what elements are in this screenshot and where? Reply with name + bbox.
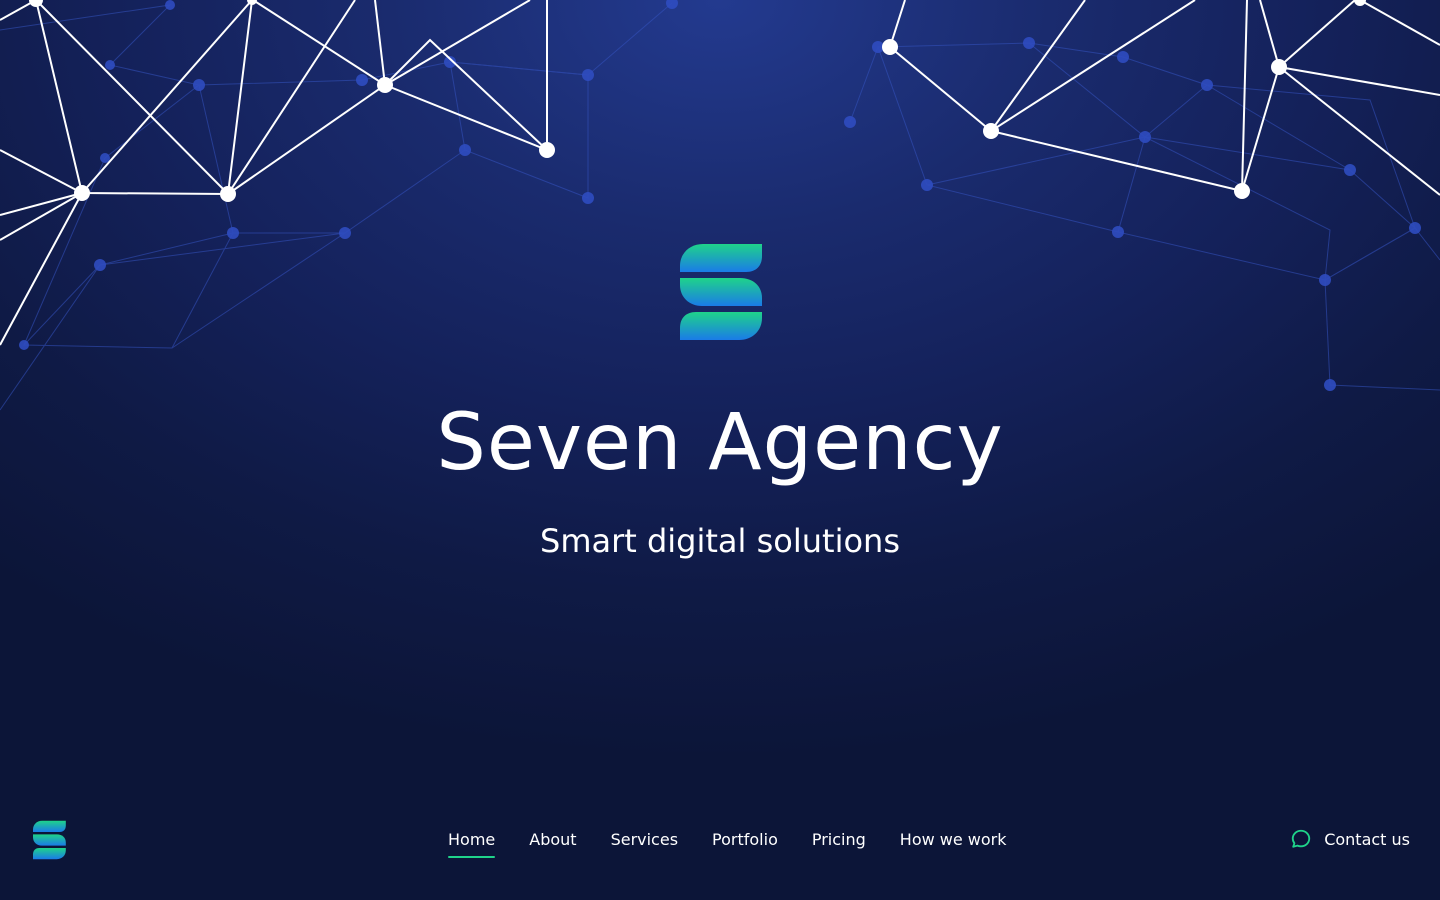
bottom-navbar: Home About Services Portfolio Pricing Ho… (0, 810, 1440, 870)
nav-item-home[interactable]: Home (448, 828, 496, 858)
chat-bubble-icon (1292, 829, 1311, 848)
seven-agency-s-logo-icon (680, 244, 762, 340)
seven-agency-logo-icon[interactable] (32, 820, 66, 860)
contact-us-label: Contact us (1324, 829, 1410, 849)
nav-item-portfolio[interactable]: Portfolio (712, 828, 778, 852)
tagline: Smart digital solutions (540, 522, 900, 560)
page-title: Seven Agency (436, 398, 1004, 488)
hero-section: Seven Agency Smart digital solutions (0, 0, 1440, 900)
nav-item-pricing[interactable]: Pricing (812, 828, 866, 852)
contact-us-button[interactable]: Contact us (1290, 828, 1410, 850)
nav-links: Home About Services Portfolio Pricing Ho… (448, 828, 1041, 858)
nav-item-services[interactable]: Services (611, 828, 678, 852)
nav-item-about[interactable]: About (529, 828, 576, 852)
nav-item-how-we-work[interactable]: How we work (900, 828, 1007, 852)
